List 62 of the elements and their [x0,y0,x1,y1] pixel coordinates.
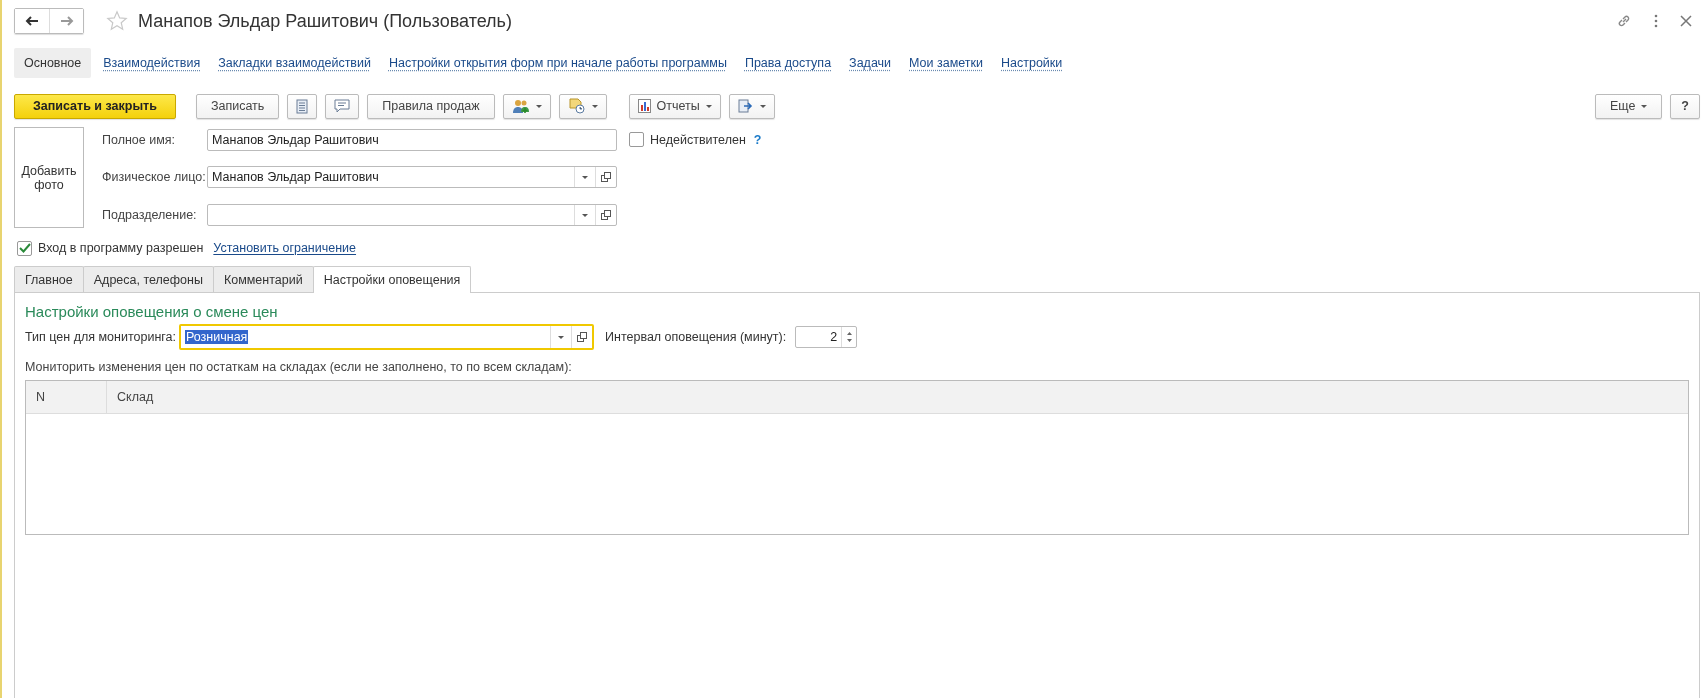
document-clock-icon [567,98,586,114]
checkbox-label: Вход в программу разрешен [38,241,204,255]
section-tab[interactable]: Задачи [843,48,898,78]
close-icon[interactable] [1680,15,1692,27]
field-label: Интервал оповещения (минут): [605,330,787,344]
left-arrow-icon [25,16,39,26]
chart-icon [637,99,651,113]
set-restriction-link[interactable]: Установить ограничение [213,241,357,255]
tab[interactable]: Главное [14,266,84,292]
input-field[interactable]: Манапов Эльдар Рашитович [207,128,617,151]
section-tab[interactable]: Закладки взаимодействий [212,48,377,78]
comment-icon [334,99,351,113]
section-heading: Настройки оповещения о смене цен [25,303,279,320]
star-icon[interactable] [106,10,128,32]
open-icon [577,332,587,342]
field-label: Полное имя: [102,132,177,147]
hint-text: Мониторить изменения цен по остаткам на складах (если не заполнено, то по всем складам): [25,360,573,374]
select-field[interactable] [207,204,617,227]
tab[interactable]: Комментарий [212,266,314,292]
checkbox-label: Недействителен [650,132,746,147]
export-icon [737,98,754,114]
section-tab[interactable]: Настройки открытия форм при начале работы программы [383,48,733,78]
field-label: Физическое лицо: [102,170,207,185]
link-icon[interactable] [1616,13,1632,29]
back-button[interactable] [15,9,49,33]
sales-rules-button[interactable]: Правила продаж [367,93,495,119]
list-icon [296,98,309,114]
column-header[interactable]: Склад [107,381,1688,413]
section-tab[interactable]: Взаимодействия [97,48,207,78]
select-field[interactable]: Розничная [179,324,594,350]
open-icon [601,172,611,183]
toolbar-icon-button[interactable] [287,93,318,119]
help-link[interactable]: ? [753,132,762,147]
save-and-close-button[interactable]: Записать и закрыть [14,93,176,119]
toolbar-icon-button[interactable] [728,93,775,119]
window-title: Манапов Эльдар Рашитович (Пользователь) [138,10,512,32]
number-field[interactable]: 2 [795,326,858,348]
help-button[interactable]: ? [1670,93,1700,119]
section-tab[interactable]: Мои заметки [903,48,989,78]
spin-buttons-icon [845,329,853,345]
save-button[interactable]: Записать [195,93,280,119]
toolbar-icon-button[interactable] [502,93,551,119]
users-icon [511,98,530,114]
field-label: Подразделение: [102,208,198,223]
checkbox[interactable] [17,240,32,256]
right-arrow-icon [59,16,74,26]
section-tab[interactable]: Основное [14,48,92,78]
select-field[interactable]: Манапов Эльдар Рашитович [207,166,617,189]
section-tab[interactable]: Права доступа [738,48,838,78]
open-icon [601,210,611,221]
toolbar-icon-button[interactable] [325,93,360,119]
tab[interactable]: Настройки оповещения [312,266,472,293]
field-label: Тип цен для мониторинга: [25,330,176,344]
column-header[interactable]: N [26,381,107,413]
more-button[interactable]: Еще [1594,93,1663,119]
more-options-icon[interactable] [1654,14,1658,28]
tab[interactable]: Адреса, телефоны [82,266,214,292]
checkbox[interactable] [629,132,644,148]
toolbar-icon-button[interactable] [558,93,607,119]
reports-button[interactable]: Отчеты [628,93,721,119]
section-tab[interactable]: Настройки [995,48,1069,78]
add-photo-button[interactable]: Добавить фото [14,127,84,228]
